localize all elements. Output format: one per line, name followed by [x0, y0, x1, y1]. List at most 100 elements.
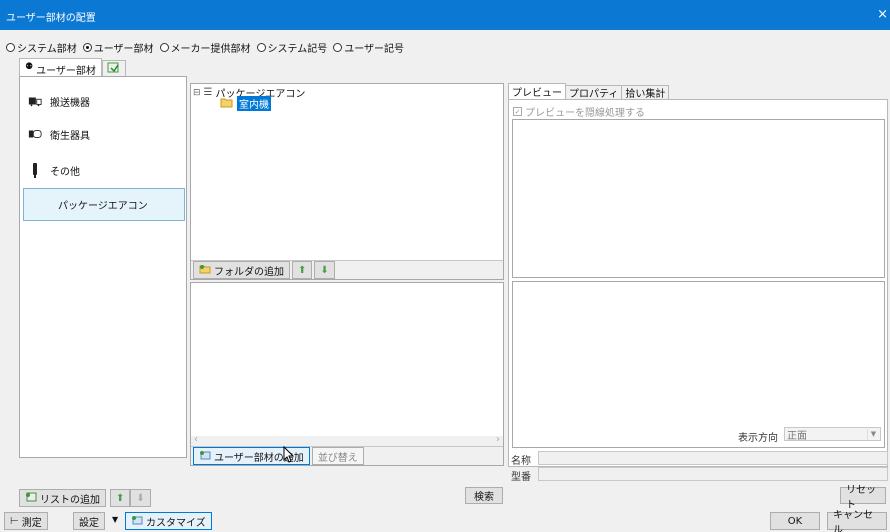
- name-label: 名称: [511, 456, 531, 467]
- parts-tab-header: ⚉ ユーザー部材: [19, 58, 126, 77]
- collapse-icon[interactable]: ⊟: [193, 88, 201, 98]
- hidden-line-checkbox[interactable]: ✓ プレビューを隠線処理する: [513, 104, 645, 119]
- folder-list-icon: ☰: [203, 87, 213, 98]
- measure-button[interactable]: ⊢ 測定: [4, 512, 48, 530]
- radio-circle-icon: [159, 42, 169, 52]
- button-label: 設定: [79, 517, 99, 529]
- tree-node-indoor-unit[interactable]: 室内機: [220, 96, 271, 111]
- radio-circle-icon: [6, 42, 15, 52]
- customize-button[interactable]: カスタマイズ: [125, 512, 212, 530]
- radio-circle-icon: [333, 42, 343, 52]
- add-list-button[interactable]: リストの追加: [19, 489, 106, 507]
- button-label: 測定: [21, 517, 42, 529]
- conveyor-icon: [28, 95, 42, 107]
- radio-label: ユーザー部材: [93, 43, 154, 55]
- settings-button[interactable]: 設定: [73, 512, 105, 530]
- parts-toolbar: ユーザー部材の追加 並び替え: [191, 446, 503, 465]
- tab-quantity-summary[interactable]: 拾い集計: [621, 85, 670, 100]
- tab-label: ユーザー部材: [36, 66, 96, 77]
- radio-maker-parts[interactable]: メーカー提供部材: [159, 40, 251, 55]
- customize-icon: [131, 515, 143, 528]
- cancel-button[interactable]: キャンセル: [827, 510, 887, 532]
- arrow-up-icon: ⬆: [116, 492, 125, 504]
- button-label: キャンセル: [833, 510, 873, 532]
- radio-label: システム記号: [267, 43, 328, 55]
- ok-button[interactable]: OK: [770, 512, 820, 530]
- category-list: 搬送機器 衛生器具 その他 パッケージエアコン: [19, 76, 187, 458]
- folder-tree: ⊟ ☰ パッケージエアコン 室内機 フォルダの追加 ⬆ ⬇: [190, 83, 504, 280]
- model-field[interactable]: [538, 467, 888, 481]
- tab-label: 拾い集計: [625, 89, 666, 100]
- arrow-down-icon: ⬇: [136, 492, 145, 504]
- tree-node-label-selected: 室内機: [237, 96, 271, 111]
- list-move-down-button[interactable]: ⬇: [130, 489, 151, 507]
- chevron-down-icon: ▼: [867, 429, 879, 440]
- button-label: リストの追加: [40, 494, 100, 506]
- tab-refresh[interactable]: [101, 60, 126, 77]
- category-item-conveyor[interactable]: 搬送機器: [28, 91, 183, 111]
- tab-preview[interactable]: プレビュー: [508, 83, 566, 99]
- name-field[interactable]: [538, 451, 888, 465]
- scroll-right-icon[interactable]: ›: [496, 434, 500, 445]
- button-label: カスタマイズ: [146, 517, 206, 529]
- button-label: 検索: [474, 492, 494, 503]
- checkbox-checked-icon: ✓: [513, 107, 522, 116]
- measure-icon: ⊢: [10, 515, 19, 527]
- radio-circle-icon: [256, 42, 266, 52]
- reset-button[interactable]: リセット: [840, 485, 886, 511]
- settings-dropdown-icon[interactable]: ▼: [112, 515, 118, 524]
- sanitary-icon: [28, 128, 42, 140]
- add-folder-icon: [199, 264, 211, 277]
- refresh-parts-icon: [107, 62, 121, 77]
- radio-label: ユーザー記号: [344, 43, 405, 55]
- sort-button[interactable]: 並び替え: [311, 447, 364, 465]
- radio-label: メーカー提供部材: [170, 43, 251, 55]
- parts-list: ‹ › ユーザー部材の追加 並び替え: [190, 282, 504, 466]
- radio-user-parts[interactable]: ユーザー部材: [82, 40, 154, 55]
- arrow-down-icon: ⬇: [320, 264, 329, 276]
- tab-user-parts[interactable]: ⚉ ユーザー部材: [19, 58, 102, 77]
- horizontal-scrollbar[interactable]: ‹ ›: [191, 434, 503, 446]
- select-value: 正面: [787, 430, 807, 442]
- tab-properties[interactable]: プロパティ: [565, 85, 623, 100]
- preview-canvas-3d: [512, 119, 885, 278]
- radio-system-parts[interactable]: システム部材: [6, 40, 77, 55]
- radio-label: システム部材: [17, 43, 77, 55]
- radio-circle-checked-icon: [82, 42, 92, 52]
- other-icon: [28, 163, 42, 178]
- add-list-icon: [25, 492, 37, 505]
- model-label: 型番: [511, 472, 531, 483]
- add-part-icon: [199, 450, 211, 463]
- category-item-sanitary[interactable]: 衛生器具: [28, 124, 183, 144]
- category-item-package-aircon[interactable]: パッケージエアコン: [23, 188, 185, 221]
- preview-tabs: プレビュー プロパティ 拾い集計: [508, 83, 670, 100]
- list-move-up-button[interactable]: ⬆: [110, 489, 131, 507]
- checkbox-label: プレビューを隠線処理する: [525, 108, 645, 119]
- tree-toolbar: フォルダの追加 ⬆ ⬇: [191, 260, 503, 279]
- folder-open-icon: [220, 97, 234, 111]
- direction-select[interactable]: 正面 ▼: [784, 427, 881, 442]
- tab-label: プロパティ: [569, 89, 619, 100]
- scroll-left-icon[interactable]: ‹: [194, 434, 198, 445]
- window-title: ユーザー部材の配置: [6, 13, 96, 24]
- preview-canvas-2d: 表示方向 正面 ▼: [512, 281, 885, 448]
- category-label: その他: [50, 166, 80, 178]
- category-item-other[interactable]: その他: [28, 160, 183, 180]
- add-folder-button[interactable]: フォルダの追加: [193, 261, 290, 279]
- radio-user-symbols[interactable]: ユーザー記号: [333, 40, 404, 55]
- category-label: パッケージエアコン: [58, 201, 148, 212]
- button-label: 並び替え: [317, 452, 358, 464]
- move-down-button[interactable]: ⬇: [314, 261, 335, 279]
- title-bar: ユーザー部材の配置 ×: [0, 0, 890, 30]
- mouse-cursor-icon: [283, 445, 295, 467]
- category-toolbar: リストの追加 ⬆ ⬇: [19, 488, 151, 508]
- category-label: 衛生器具: [50, 130, 90, 142]
- user-parts-icon: ⚉: [25, 62, 34, 72]
- close-icon[interactable]: ×: [877, 7, 888, 22]
- tab-label: プレビュー: [512, 88, 562, 99]
- radio-system-symbols[interactable]: システム記号: [256, 40, 328, 55]
- move-up-button[interactable]: ⬆: [292, 261, 313, 279]
- arrow-up-icon: ⬆: [298, 264, 307, 276]
- search-button[interactable]: 検索: [465, 487, 503, 504]
- button-label: フォルダの追加: [214, 266, 284, 278]
